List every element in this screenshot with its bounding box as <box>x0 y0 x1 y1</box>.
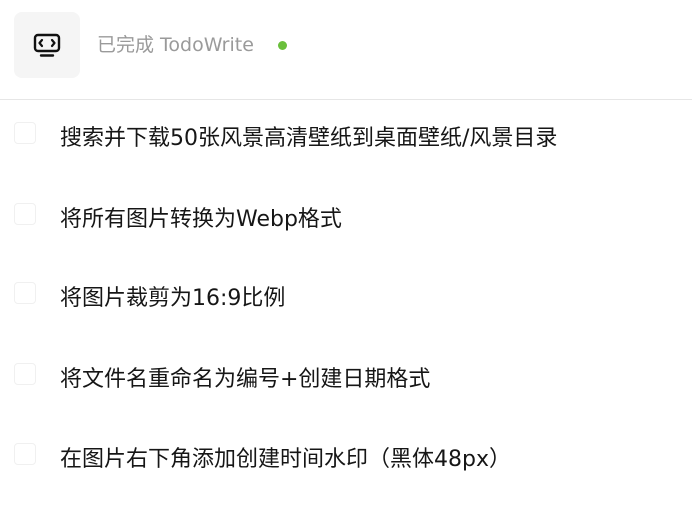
todo-checkbox[interactable] <box>14 363 36 385</box>
todo-item: 搜索并下载50张风景高清壁纸到桌面壁纸/风景目录 <box>0 110 692 170</box>
tool-status-text: 已完成 TodoWrite <box>97 34 254 56</box>
status-dot <box>278 41 287 50</box>
todo-checkbox[interactable] <box>14 122 36 144</box>
todo-checkbox[interactable] <box>14 203 36 225</box>
todo-checkbox[interactable] <box>14 282 36 304</box>
todo-item: 将所有图片转换为Webp格式 <box>0 191 692 251</box>
todo-item: 将文件名重命名为编号+创建日期格式 <box>0 351 692 411</box>
todo-label: 搜索并下载50张风景高清壁纸到桌面壁纸/风景目录 <box>60 126 558 151</box>
terminal-monitor-icon <box>33 33 61 57</box>
tool-badge <box>14 12 80 78</box>
todo-label: 将文件名重命名为编号+创建日期格式 <box>60 367 431 392</box>
tool-call-header: 已完成 TodoWrite <box>0 0 692 100</box>
todo-item: 将图片裁剪为16:9比例 <box>0 270 692 330</box>
todo-item: 在图片右下角添加创建时间水印（黑体48px） <box>0 431 692 491</box>
todo-label: 将图片裁剪为16:9比例 <box>60 286 286 311</box>
todo-checkbox[interactable] <box>14 443 36 465</box>
todo-label: 在图片右下角添加创建时间水印（黑体48px） <box>60 447 511 472</box>
todo-label: 将所有图片转换为Webp格式 <box>60 207 342 232</box>
